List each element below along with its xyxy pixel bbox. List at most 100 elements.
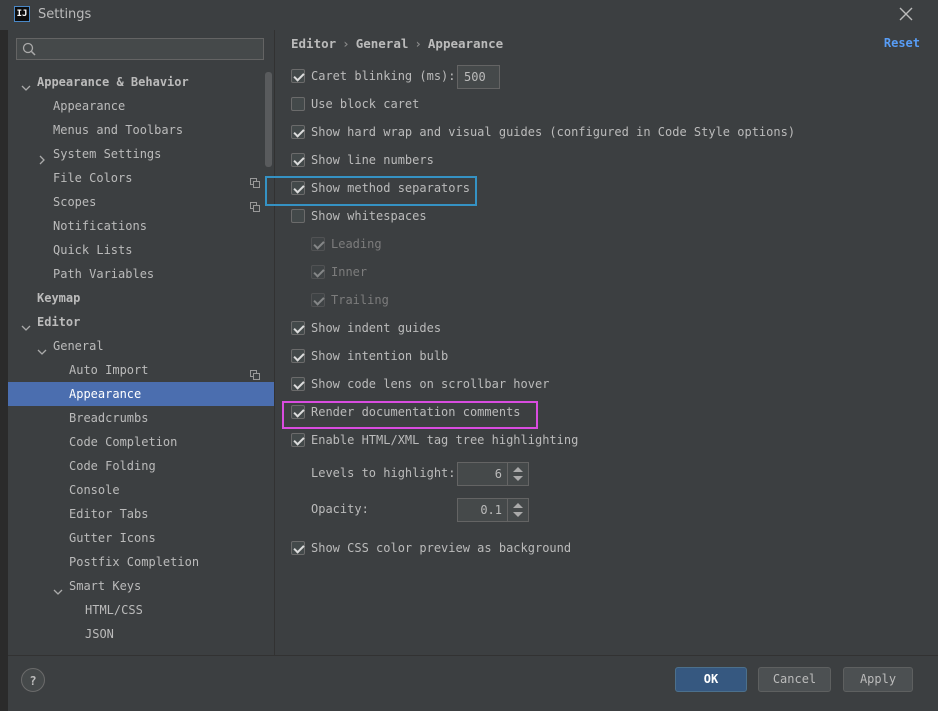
checkbox[interactable] <box>291 541 305 555</box>
breadcrumb-editor: Editor <box>291 36 337 51</box>
sidebar-item-label: Gutter Icons <box>69 531 156 545</box>
search-input[interactable] <box>16 38 264 60</box>
option-label: Caret blinking (ms): <box>311 69 456 83</box>
apply-button[interactable]: Apply <box>843 667 913 692</box>
spin-down-icon[interactable] <box>513 512 523 517</box>
sidebar-item-label: Appearance <box>53 99 126 113</box>
levels-label-text: Levels to highlight: <box>311 466 456 480</box>
reset-link[interactable]: Reset <box>884 36 920 50</box>
help-button[interactable]: ? <box>21 668 45 692</box>
option-label: Show hard wrap and visual guides (config… <box>311 125 796 139</box>
breadcrumb-appearance: Appearance <box>427 36 504 51</box>
sidebar-item-label: Scopes <box>53 195 97 209</box>
sidebar-item-code-folding[interactable]: Code Folding <box>8 454 274 478</box>
levels-spinner[interactable]: 6 <box>457 462 529 486</box>
option-label: Show line numbers <box>311 153 434 167</box>
breadcrumb-separator: › <box>342 36 350 51</box>
sidebar-item-label: File Colors <box>53 171 133 185</box>
checkbox <box>311 293 325 307</box>
checkbox[interactable] <box>291 377 305 391</box>
levels-spinner-arrows[interactable] <box>507 463 528 485</box>
opacity-spinner[interactable]: 0.1 <box>457 498 529 522</box>
option-label: Show whitespaces <box>311 209 427 223</box>
sidebar-item-keymap[interactable]: Keymap <box>8 286 274 310</box>
option-label: Show indent guides <box>311 321 442 335</box>
sidebar-item-quick-lists[interactable]: Quick Lists <box>8 238 274 262</box>
checkbox[interactable] <box>291 153 305 167</box>
sidebar-item-appearance[interactable]: Appearance <box>8 94 274 118</box>
sidebar-item-notifications[interactable]: Notifications <box>8 214 274 238</box>
sidebar-item-smart-keys[interactable]: Smart Keys <box>8 574 274 598</box>
spin-down-icon[interactable] <box>513 476 523 481</box>
sidebar-item-system-settings[interactable]: System Settings <box>8 142 274 166</box>
sidebar-item-appearance[interactable]: Appearance <box>8 382 274 406</box>
close-icon[interactable] <box>896 4 916 24</box>
sidebar-item-console[interactable]: Console <box>8 478 274 502</box>
opacity-label-text: Opacity: <box>311 502 369 516</box>
sidebar-item-label: Postfix Completion <box>69 555 200 569</box>
sidebar-item-path-variables[interactable]: Path Variables <box>8 262 274 286</box>
sidebar-scrollbar[interactable] <box>265 72 272 167</box>
option-label: Trailing <box>331 293 389 307</box>
sidebar-item-auto-import[interactable]: Auto Import <box>8 358 274 382</box>
breadcrumb-separator: › <box>414 36 422 51</box>
dialog-footer: ? OK Cancel Apply <box>8 655 938 711</box>
cancel-button[interactable]: Cancel <box>758 667 831 692</box>
project-settings-icon <box>250 196 260 212</box>
sidebar-item-editor-tabs[interactable]: Editor Tabs <box>8 502 274 526</box>
checkbox[interactable] <box>291 97 305 111</box>
opacity-spinner-arrows[interactable] <box>507 499 528 521</box>
checkbox[interactable] <box>291 321 305 335</box>
breadcrumb-general: General <box>355 36 409 51</box>
window-title: Settings <box>38 7 92 22</box>
sidebar-item-code-completion[interactable]: Code Completion <box>8 430 274 454</box>
sidebar-item-label: Breadcrumbs <box>69 411 149 425</box>
sidebar-item-file-colors[interactable]: File Colors <box>8 166 274 190</box>
sidebar-item-label: Quick Lists <box>53 243 133 257</box>
sidebar-item-postfix-completion[interactable]: Postfix Completion <box>8 550 274 574</box>
search-icon <box>22 42 38 59</box>
sidebar-item-label: Path Variables <box>53 267 155 281</box>
sidebar-item-appearance-behavior[interactable]: Appearance & Behavior <box>8 70 274 94</box>
option-label: Use block caret <box>311 97 420 111</box>
option-label: Enable HTML/XML tag tree highlighting <box>311 433 579 447</box>
sidebar-item-label: System Settings <box>53 147 162 161</box>
highlight-box-blue <box>265 176 477 206</box>
sidebar-item-label: Auto Import <box>69 363 149 377</box>
sidebar-item-label: JSON <box>85 627 114 641</box>
sidebar-item-html-css[interactable]: HTML/CSS <box>8 598 274 622</box>
caret-blink-rate-input[interactable]: 500 <box>457 65 500 89</box>
project-settings-icon <box>250 364 260 380</box>
sidebar-item-menus-and-toolbars[interactable]: Menus and Toolbars <box>8 118 274 142</box>
sidebar-item-label: Code Completion <box>69 435 178 449</box>
sidebar-item-general[interactable]: General <box>8 334 274 358</box>
checkbox[interactable] <box>291 209 305 223</box>
sidebar-item-label: Notifications <box>53 219 147 233</box>
option-label: Leading <box>331 237 382 251</box>
sidebar-item-label: Smart Keys <box>69 579 142 593</box>
sidebar-item-scopes[interactable]: Scopes <box>8 190 274 214</box>
sidebar-item-json[interactable]: JSON <box>8 622 274 646</box>
checkbox[interactable] <box>291 349 305 363</box>
sidebar-item-breadcrumbs[interactable]: Breadcrumbs <box>8 406 274 430</box>
spin-up-icon[interactable] <box>513 467 523 472</box>
option-label: Show code lens on scrollbar hover <box>311 377 550 391</box>
levels-value: 6 <box>494 467 502 481</box>
opacity-value: 0.1 <box>480 503 502 517</box>
levels-label: Levels to highlight: <box>311 463 456 485</box>
sidebar-item-editor[interactable]: Editor <box>8 310 274 334</box>
sidebar-item-label: Code Folding <box>69 459 156 473</box>
sidebar-item-label: General <box>53 339 104 353</box>
spin-up-icon[interactable] <box>513 503 523 508</box>
ok-button[interactable]: OK <box>675 667 747 692</box>
sidebar-item-label: Appearance <box>69 387 142 401</box>
checkbox[interactable] <box>291 69 305 83</box>
checkbox[interactable] <box>291 125 305 139</box>
checkbox[interactable] <box>291 433 305 447</box>
settings-sidebar: Appearance & Behavior Appearance Menus and… <box>8 30 275 655</box>
intellij-app-icon: IJ <box>14 6 30 22</box>
project-settings-icon <box>250 172 260 188</box>
checkbox <box>311 265 325 279</box>
sidebar-item-gutter-icons[interactable]: Gutter Icons <box>8 526 274 550</box>
opacity-label: Opacity: <box>311 499 369 521</box>
